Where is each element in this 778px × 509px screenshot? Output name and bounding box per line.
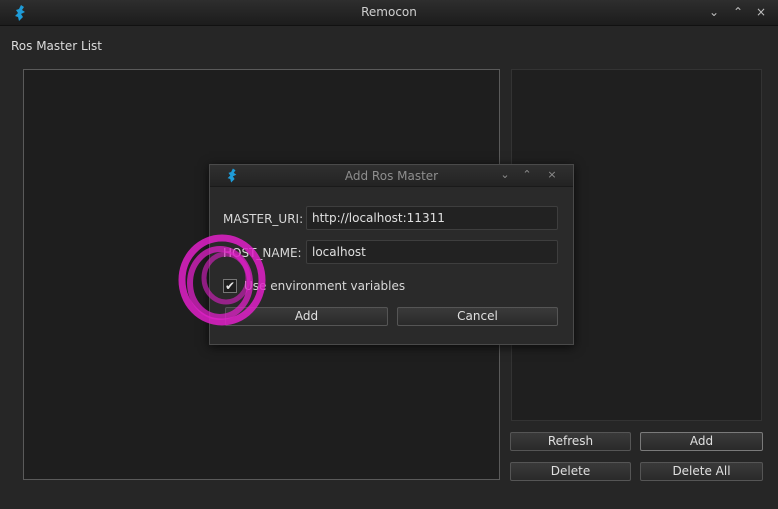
- dialog-add-button[interactable]: Add: [225, 307, 388, 326]
- maximize-button[interactable]: ⌃: [728, 4, 748, 20]
- master-uri-label: MASTER_URI:: [223, 212, 304, 226]
- dialog-title-bar[interactable]: Add Ros Master ⌄ ⌃ ×: [210, 165, 573, 187]
- delete-button[interactable]: Delete: [510, 462, 631, 481]
- delete-all-button[interactable]: Delete All: [640, 462, 763, 481]
- dialog-minimize-button[interactable]: ⌄: [496, 167, 514, 182]
- use-env-label[interactable]: Use environment variables: [244, 279, 405, 293]
- window-title: Remocon: [361, 5, 417, 19]
- use-env-checkbox[interactable]: ✔: [223, 279, 237, 293]
- master-uri-input[interactable]: http://localhost:11311: [306, 206, 558, 230]
- refresh-button[interactable]: Refresh: [510, 432, 631, 451]
- title-bar[interactable]: Remocon ⌄ ⌃ ×: [0, 0, 778, 26]
- ros-master-list-label: Ros Master List: [11, 39, 102, 53]
- close-button[interactable]: ×: [751, 4, 771, 20]
- minimize-button[interactable]: ⌄: [704, 4, 724, 20]
- remocon-window: Remocon ⌄ ⌃ × Ros Master List Refresh Ad…: [0, 0, 778, 509]
- add-button[interactable]: Add: [640, 432, 763, 451]
- dialog-close-button[interactable]: ×: [543, 167, 561, 182]
- dialog-cancel-button[interactable]: Cancel: [397, 307, 558, 326]
- host-name-input[interactable]: localhost: [306, 240, 558, 264]
- dialog-maximize-button[interactable]: ⌃: [518, 167, 536, 182]
- host-name-label: HOST_NAME:: [223, 246, 302, 260]
- add-ros-master-dialog: Add Ros Master ⌄ ⌃ × MASTER_URI: http://…: [209, 164, 574, 345]
